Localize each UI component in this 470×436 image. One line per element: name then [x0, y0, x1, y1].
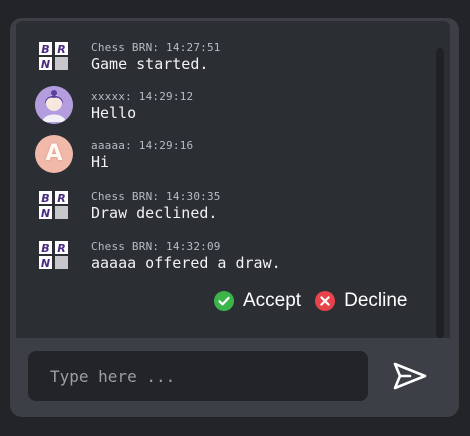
- message-text: Draw declined.: [91, 204, 218, 222]
- svg-text:B: B: [41, 242, 49, 255]
- svg-text:B: B: [41, 43, 49, 56]
- message-text: Hi: [91, 153, 110, 171]
- message-list: B R N Chess BRN: 14:27:51 Game started. …: [16, 21, 450, 338]
- message-text: Game started.: [91, 55, 209, 73]
- svg-text:R: R: [57, 242, 65, 255]
- accept-label: Accept: [243, 290, 302, 311]
- scrollbar[interactable]: [436, 48, 444, 338]
- chess-brn-bot-icon: B R N: [39, 241, 68, 270]
- svg-text:N: N: [41, 58, 50, 71]
- send-icon[interactable]: [392, 361, 428, 391]
- message-meta: Chess BRN: 14:27:51: [91, 41, 221, 54]
- decline-button[interactable]: Decline: [315, 290, 407, 312]
- message-meta: xxxxx: 14:29:12: [91, 90, 194, 103]
- decline-label: Decline: [344, 290, 408, 311]
- message-meta: Chess BRN: 14:30:35: [91, 190, 221, 203]
- message-text: aaaaa offered a draw.: [91, 254, 281, 272]
- svg-text:R: R: [57, 43, 65, 56]
- user-avatar-icon: [35, 86, 73, 124]
- x-circle-icon: [315, 291, 336, 311]
- chat-panel: B R N Chess BRN: 14:27:51 Game started. …: [10, 18, 459, 417]
- draw-offer-actions: Accept Decline: [214, 289, 407, 313]
- chess-brn-bot-icon: B R N: [39, 42, 68, 71]
- svg-text:R: R: [57, 192, 65, 205]
- chess-brn-bot-icon: B R N: [39, 191, 68, 220]
- check-circle-icon: [214, 291, 234, 311]
- message-meta: aaaaa: 14:29:16: [91, 139, 194, 152]
- svg-text:N: N: [41, 207, 50, 220]
- accept-button[interactable]: Accept: [214, 290, 301, 312]
- letter-avatar: A: [35, 135, 73, 173]
- message-text: Hello: [91, 104, 137, 122]
- message-input[interactable]: [28, 351, 368, 401]
- message-meta: Chess BRN: 14:32:09: [91, 240, 221, 253]
- svg-text:N: N: [41, 257, 50, 270]
- svg-text:B: B: [41, 192, 49, 205]
